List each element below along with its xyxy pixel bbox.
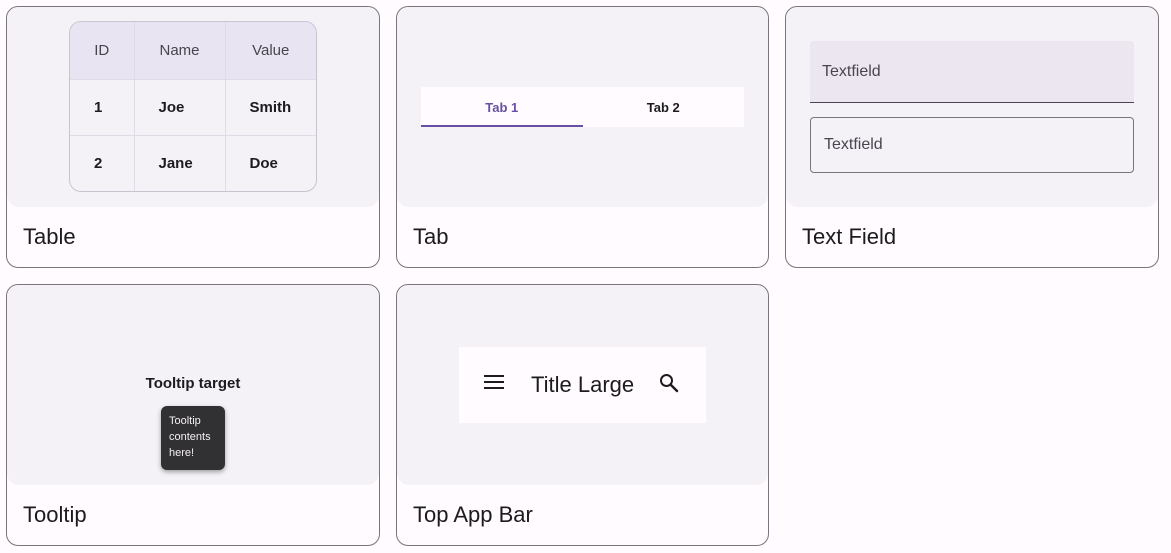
tooltip-preview: Tooltip target Tooltip contents here! <box>7 285 379 485</box>
card-title: Table <box>23 224 76 249</box>
tooltip-bubble: Tooltip contents here! <box>161 406 225 470</box>
table-cell: Jane <box>134 135 226 191</box>
tooltip-text-line: Tooltip <box>169 415 201 427</box>
table-preview: ID Name Value 1 Joe Smith 2 Jane Doe <box>7 7 379 207</box>
card-title: Tooltip <box>23 502 87 527</box>
tab-2[interactable]: Tab 2 <box>583 87 745 127</box>
table-cell: Smith <box>225 79 316 137</box>
data-table: ID Name Value 1 Joe Smith 2 Jane Doe <box>69 21 317 192</box>
table-header-cell: Name <box>134 22 226 80</box>
text-field-preview: Textfield Textfield <box>786 7 1158 207</box>
table-row: 2 Jane Doe <box>70 135 316 191</box>
tooltip-target[interactable]: Tooltip target <box>7 375 379 392</box>
top-app-bar: Title Large <box>459 347 706 423</box>
table-cell: 2 <box>70 135 135 191</box>
textfield-placeholder: Textfield <box>824 136 883 153</box>
tab-preview: Tab 1 Tab 2 <box>397 7 768 207</box>
app-bar-title: Title Large <box>531 372 635 397</box>
menu-icon[interactable] <box>484 375 504 394</box>
top-app-bar-card[interactable]: Title Large Top App Bar <box>396 284 769 546</box>
text-field-card[interactable]: Textfield Textfield Text Field <box>785 6 1159 268</box>
tooltip-text-line: contents <box>169 431 211 443</box>
search-icon[interactable] <box>659 373 679 398</box>
tab-card[interactable]: Tab 1 Tab 2 Tab <box>396 6 769 268</box>
table-cell: 1 <box>70 79 135 137</box>
table-header-cell: ID <box>70 22 135 80</box>
tab-1[interactable]: Tab 1 <box>421 87 583 127</box>
table-cell: Doe <box>249 155 278 173</box>
card-title: Top App Bar <box>413 502 533 527</box>
table-row: 1 Joe Smith <box>70 79 316 137</box>
table-card[interactable]: ID Name Value 1 Joe Smith 2 Jane Doe Tab… <box>6 6 380 268</box>
tab-row: Tab 1 Tab 2 <box>421 87 744 127</box>
filled-textfield[interactable]: Textfield <box>810 41 1134 103</box>
tooltip-card[interactable]: Tooltip target Tooltip contents here! To… <box>6 284 380 546</box>
table-header-row: ID Name Value <box>70 22 316 80</box>
top-app-bar-preview: Title Large <box>397 285 768 485</box>
tooltip-text-line: here! <box>169 447 195 459</box>
table-cell: Joe <box>134 79 226 137</box>
table-header-cell: Value <box>225 22 316 80</box>
card-title: Tab <box>413 224 449 249</box>
card-title: Text Field <box>802 224 897 249</box>
outlined-textfield[interactable]: Textfield <box>810 117 1134 173</box>
textfield-placeholder: Textfield <box>822 62 881 80</box>
